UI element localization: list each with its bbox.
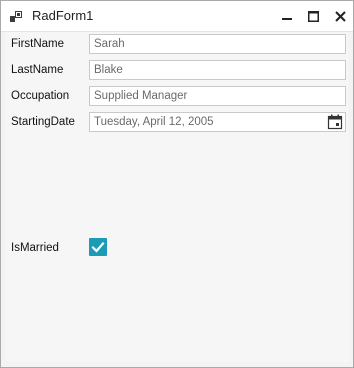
is-married-checkbox[interactable] — [89, 238, 107, 256]
last-name-label: LastName — [11, 64, 64, 76]
close-button[interactable] — [327, 1, 353, 31]
first-name-field[interactable]: Sarah — [89, 34, 346, 54]
starting-date-label: StartingDate — [11, 116, 75, 128]
app-icon — [10, 11, 22, 22]
occupation-field[interactable]: Supplied Manager — [89, 86, 346, 106]
first-name-label: FirstName — [11, 38, 65, 50]
maximize-icon — [307, 10, 319, 22]
window: RadForm1 FirstName Sarah LastName Blake … — [0, 0, 354, 368]
form-panel: FirstName Sarah LastName Blake Occupatio… — [5, 32, 349, 362]
window-title: RadForm1 — [32, 8, 94, 23]
starting-date-value: Tuesday, April 12, 2005 — [94, 116, 214, 128]
last-name-field[interactable]: Blake — [89, 60, 346, 80]
maximize-button[interactable] — [300, 1, 326, 31]
title-bar[interactable]: RadForm1 — [1, 1, 353, 32]
starting-date-picker[interactable]: Tuesday, April 12, 2005 — [89, 112, 346, 132]
calendar-button[interactable] — [327, 114, 343, 130]
is-married-label: IsMarried — [11, 242, 59, 254]
minimize-button[interactable] — [274, 1, 300, 31]
checkmark-icon — [91, 241, 105, 253]
occupation-label: Occupation — [11, 90, 70, 102]
calendar-icon — [327, 114, 343, 130]
minimize-icon — [282, 18, 292, 20]
close-icon — [334, 10, 346, 22]
